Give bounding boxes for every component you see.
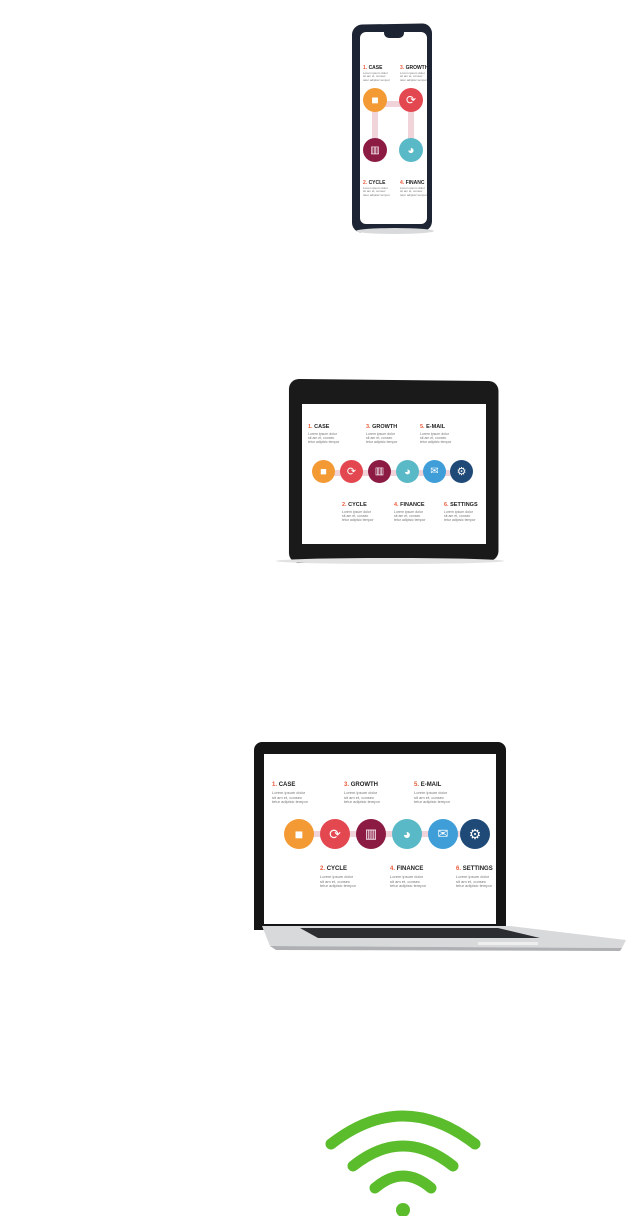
tablet-desc-cycle: Lorem ipsum dolor sit am et, consec tetu… xyxy=(342,510,374,523)
briefcase-icon: ■ xyxy=(284,819,314,849)
laptop-label-finance: 4. FINANCE xyxy=(390,866,424,872)
tablet-screen: 1. CASE Lorem ipsum dolor sit am et, con… xyxy=(302,404,486,544)
gear-icon: ⚙ xyxy=(450,460,473,483)
laptop-desc-growth: Lorem ipsum dolor sit am et, consec tetu… xyxy=(344,790,381,805)
envelope-icon: ✉ xyxy=(428,819,458,849)
pie-chart-icon: ◕ xyxy=(392,819,422,849)
laptop-label-settings: 6. SETTINGS xyxy=(456,866,493,872)
phone-shadow xyxy=(356,228,434,234)
laptop-desc-case: Lorem ipsum dolor sit am et, consec tetu… xyxy=(272,790,309,805)
tablet-desc-growth: Lorem ipsum dolor sit am et, consec tetu… xyxy=(366,432,398,445)
tablet-label-cycle: 2. CYCLE xyxy=(342,502,367,508)
pie-chart-icon: ◕ xyxy=(396,460,419,483)
tablet-desc-settings: Lorem ipsum dolor sit am et, consec tetu… xyxy=(444,510,476,523)
bar-chart-icon: ▥ xyxy=(363,138,387,162)
phone-screen: 1. CASE Lorem ipsum dolor sit am et, con… xyxy=(360,32,427,224)
laptop-desc-finance: Lorem ipsum dolor sit am et, consec tetu… xyxy=(390,874,427,889)
wifi-icon xyxy=(325,1110,481,1216)
laptop-label-growth: 3. GROWTH xyxy=(344,782,379,788)
cycle-icon: ⟳ xyxy=(320,819,350,849)
tablet-shadow xyxy=(276,558,504,564)
phone-desc-finance: Lorem ipsum dolor sit am et, consec tetu… xyxy=(400,186,427,197)
laptop-screen: 1. CASE Lorem ipsum dolor sit am et, con… xyxy=(264,754,496,924)
laptop-desc-settings: Lorem ipsum dolor sit am et, consec tetu… xyxy=(456,874,493,889)
smartphone-mockup: 1. CASE Lorem ipsum dolor sit am et, con… xyxy=(352,23,434,236)
laptop-desc-email: Lorem ipsum dolor sit am et, consec tetu… xyxy=(414,790,451,805)
bar-chart-icon: ▥ xyxy=(356,819,386,849)
bar-chart-icon: ▥ xyxy=(368,460,391,483)
briefcase-icon: ■ xyxy=(312,460,335,483)
laptop-label-cycle: 2. CYCLE xyxy=(320,866,348,872)
laptop-label-email: 5. E-MAIL xyxy=(414,782,442,788)
tablet-desc-finance: Lorem ipsum dolor sit am et, consec tetu… xyxy=(394,510,426,523)
envelope-icon: ✉ xyxy=(423,460,446,483)
phone-desc-case: Lorem ipsum dolor sit am et, consec tetu… xyxy=(363,71,391,82)
tablet-label-email: 5. E-MAIL xyxy=(420,424,446,430)
laptop-mockup: 1. CASE Lorem ipsum dolor sit am et, con… xyxy=(248,740,628,952)
tablet-mockup: 1. CASE Lorem ipsum dolor sit am et, con… xyxy=(276,378,504,568)
tablet-label-settings: 6. SETTINGS xyxy=(444,502,478,508)
tablet-label-finance: 4. FINANCE xyxy=(394,502,425,508)
briefcase-icon: ■ xyxy=(363,88,387,112)
cycle-icon: ⟳ xyxy=(399,88,423,112)
phone-desc-cycle: Lorem ipsum dolor sit am et, consec tetu… xyxy=(363,186,391,197)
tablet-label-case: 1. CASE xyxy=(308,424,330,430)
phone-desc-growth: Lorem ipsum dolor sit am et, consec tetu… xyxy=(400,71,427,82)
tablet-desc-case: Lorem ipsum dolor sit am et, consec tetu… xyxy=(308,432,340,445)
cycle-icon: ⟳ xyxy=(340,460,363,483)
phone-notch xyxy=(384,32,404,38)
tablet-label-growth: 3. GROWTH xyxy=(366,424,398,430)
laptop-desc-cycle: Lorem ipsum dolor sit am et, consec tetu… xyxy=(320,874,357,889)
laptop-label-case: 1. CASE xyxy=(272,782,296,788)
tablet-desc-email: Lorem ipsum dolor sit am et, consec tetu… xyxy=(420,432,452,445)
laptop-base xyxy=(262,926,626,951)
pie-chart-icon: ◕ xyxy=(399,138,423,162)
gear-icon: ⚙ xyxy=(460,819,490,849)
